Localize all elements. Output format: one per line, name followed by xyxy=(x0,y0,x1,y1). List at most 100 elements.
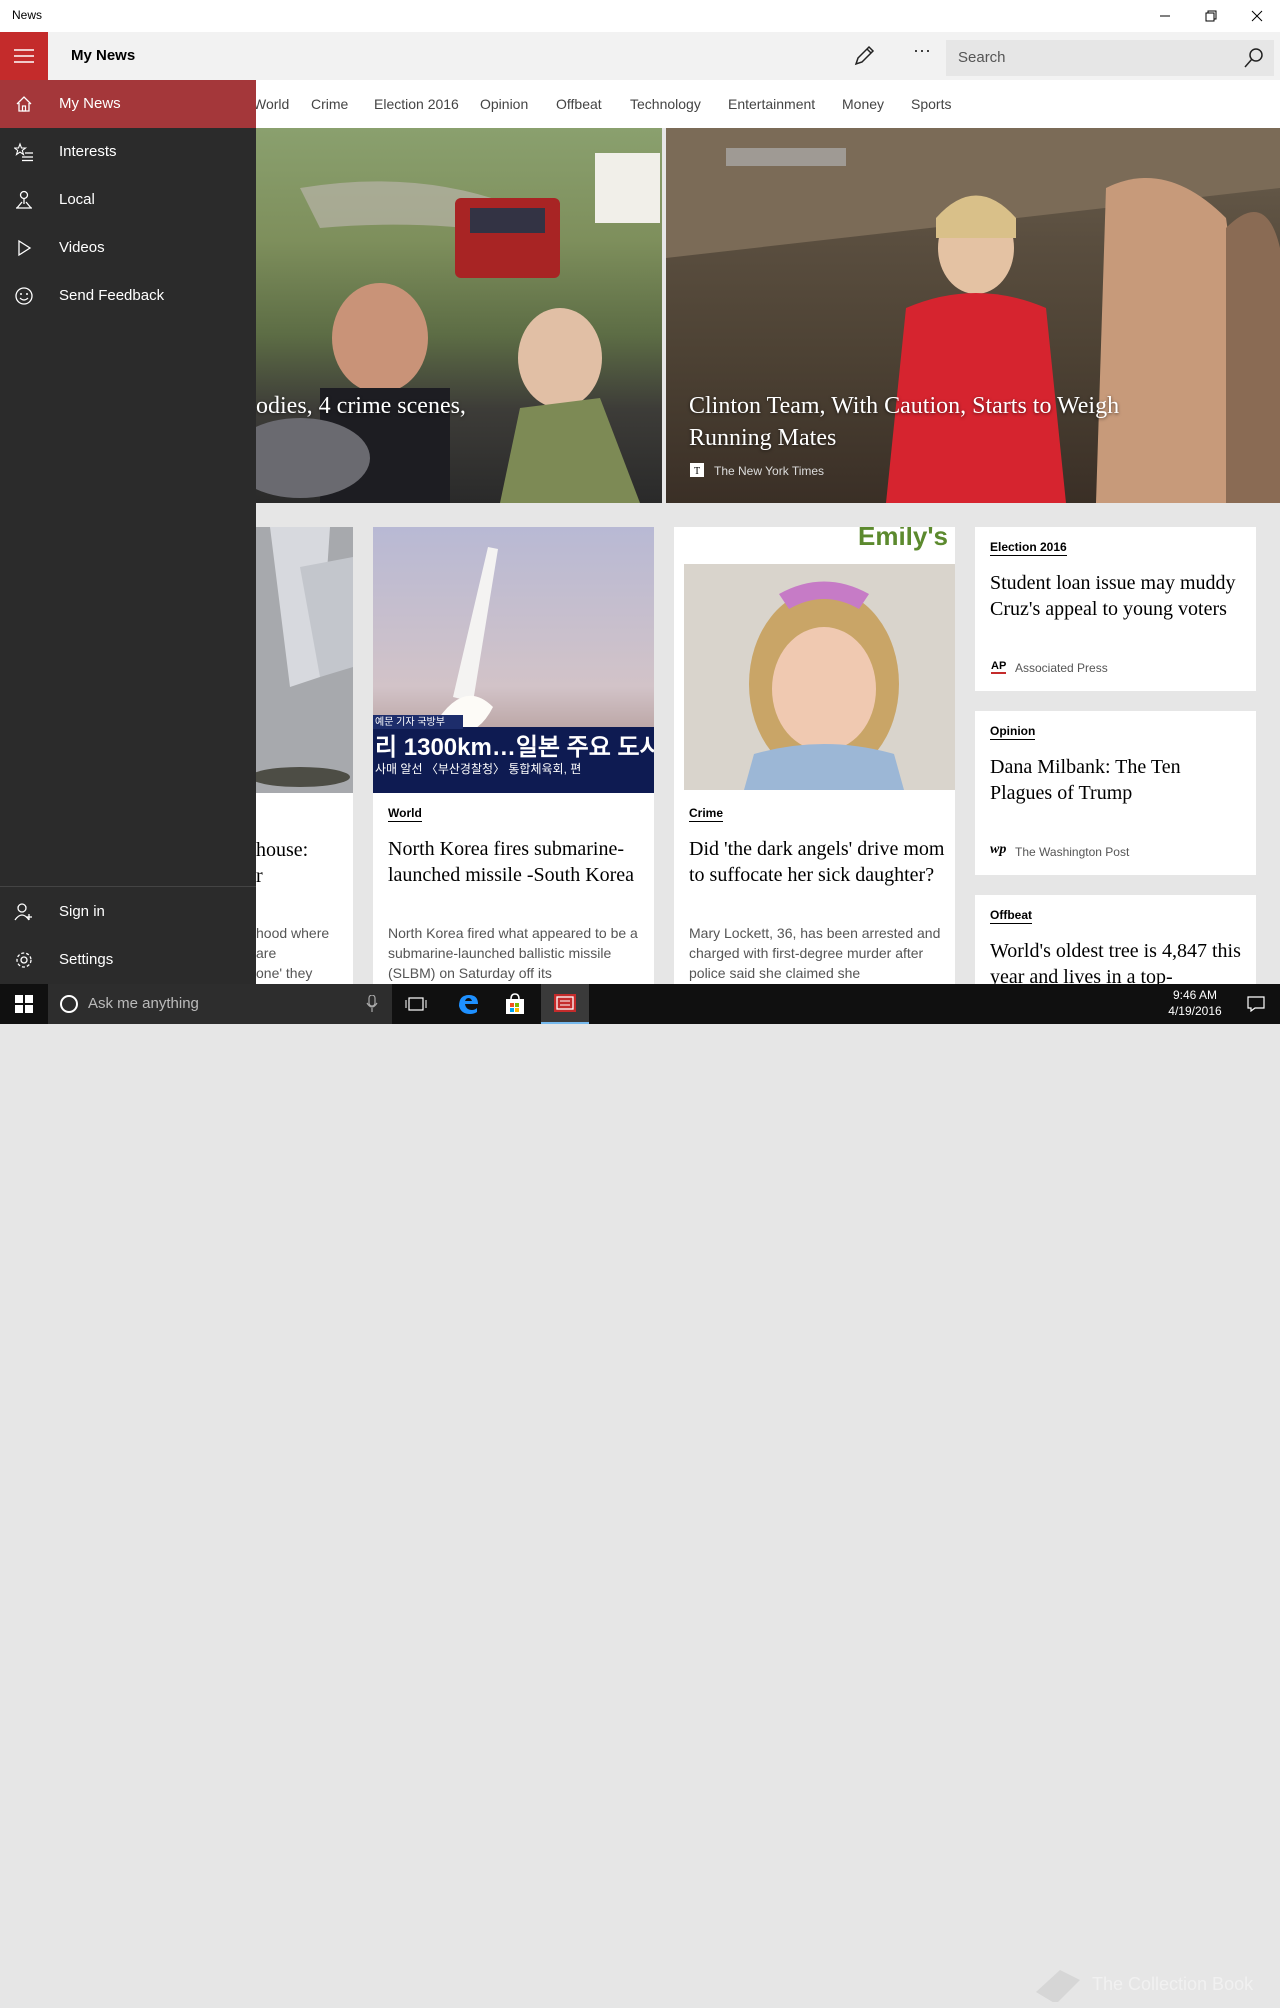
local-icon xyxy=(16,190,32,209)
hero-title: odies, 4 crime scenes, xyxy=(256,393,466,419)
cortana-search-box[interactable]: Ask me anything xyxy=(48,984,392,1024)
search-placeholder: Search xyxy=(958,49,1006,66)
story-snippet: hood where are one' they xyxy=(256,925,330,981)
nav-item-local[interactable]: Local xyxy=(0,176,256,224)
title-bar: News xyxy=(0,0,1280,32)
hero-source: The New York Times xyxy=(714,464,825,478)
tab-entertainment[interactable]: Entertainment xyxy=(728,96,815,112)
person-add-icon xyxy=(14,903,32,921)
tab-world[interactable]: World xyxy=(253,96,289,112)
ap-logo-icon: AP xyxy=(991,660,1007,674)
nav-item-label: Sign in xyxy=(59,903,105,920)
nav-item-label: My News xyxy=(59,95,121,112)
nav-pane: My News Interests Local Videos Send Feed… xyxy=(0,80,256,984)
caption-small: 예문 기자 국방부 xyxy=(375,716,445,728)
story-category[interactable]: World xyxy=(388,806,422,822)
gear-icon xyxy=(16,952,32,968)
action-center-button[interactable] xyxy=(1232,984,1280,1024)
story-title: house: r xyxy=(256,839,309,887)
svg-text:T: T xyxy=(694,466,700,477)
story-snippet: North Korea fired what appeared to be a … xyxy=(388,925,638,981)
watermark: The Collection Book xyxy=(1030,1968,1270,2008)
nav-divider xyxy=(0,886,256,887)
page-title: My News xyxy=(71,47,136,64)
edge-button[interactable] xyxy=(444,984,492,1024)
clock-time[interactable]: 9:46 AM xyxy=(1155,988,1235,1002)
caption-line: 사매 알선 〈부산경찰청〉 통합체육회, 편 xyxy=(375,762,581,776)
news-app-icon xyxy=(554,994,576,1012)
task-view-button[interactable] xyxy=(392,984,440,1024)
search-input[interactable]: Search xyxy=(946,40,1274,76)
tab-sports[interactable]: Sports xyxy=(911,96,951,112)
story-source: The Washington Post xyxy=(1015,845,1130,859)
story-title: World's oldest tree is 4,847 this year a… xyxy=(990,940,1241,984)
story-card-angels[interactable]: Emily's Crime Did 'the dark angels' driv… xyxy=(674,527,955,984)
minimize-button[interactable] xyxy=(1142,0,1188,32)
tab-election-2016[interactable]: Election 2016 xyxy=(374,96,459,112)
notifications-icon xyxy=(1247,996,1265,1012)
edit-button[interactable] xyxy=(850,42,878,70)
nav-item-sign-in[interactable]: Sign in xyxy=(0,888,256,936)
hero-title: Clinton Team, With Caution, Starts to We… xyxy=(689,393,1120,451)
story-title: Did 'the dark angels' drive mom to suffo… xyxy=(689,838,945,886)
task-view-icon xyxy=(405,997,427,1011)
story-title: Dana Milbank: The Ten Plagues of Trump xyxy=(990,756,1181,804)
tab-money[interactable]: Money xyxy=(842,96,884,112)
cortana-icon xyxy=(60,995,78,1013)
app-header: My News ··· Search xyxy=(0,32,1280,80)
tab-technology[interactable]: Technology xyxy=(630,96,701,112)
tab-offbeat[interactable]: Offbeat xyxy=(556,96,602,112)
story-card-tree[interactable]: Offbeat World's oldest tree is 4,847 thi… xyxy=(975,895,1256,984)
minimize-icon xyxy=(1160,15,1170,17)
close-button[interactable] xyxy=(1234,0,1280,32)
store-button[interactable] xyxy=(491,984,539,1024)
tab-opinion[interactable]: Opinion xyxy=(480,96,528,112)
book-icon xyxy=(1036,1970,1080,2002)
story-card-korea[interactable]: 예문 기자 국방부 리 1300km…일본 주요 도시다 사매 알선 〈부산경찰… xyxy=(373,527,654,984)
start-button[interactable] xyxy=(0,984,48,1024)
nav-item-settings[interactable]: Settings xyxy=(0,936,256,984)
smiley-icon xyxy=(15,287,33,305)
nyt-logo-icon: T xyxy=(690,463,704,477)
restore-icon xyxy=(1205,10,1217,22)
nav-item-my-news[interactable]: My News xyxy=(0,80,256,128)
close-icon xyxy=(1251,10,1263,22)
story-card-cruz[interactable]: Election 2016 Student loan issue may mud… xyxy=(975,527,1256,691)
story-title: Student loan issue may muddy Cruz's appe… xyxy=(990,572,1236,620)
nav-item-label: Videos xyxy=(59,239,105,256)
tab-crime[interactable]: Crime xyxy=(311,96,348,112)
search-icon[interactable] xyxy=(1242,46,1266,70)
nav-item-label: Local xyxy=(59,191,95,208)
nav-item-send-feedback[interactable]: Send Feedback xyxy=(0,272,256,320)
nav-item-videos[interactable]: Videos xyxy=(0,224,256,272)
story-snippet: Mary Lockett, 36, has been arrested and … xyxy=(689,925,941,981)
story-category[interactable]: Offbeat xyxy=(990,908,1032,924)
home-icon xyxy=(16,96,32,112)
play-icon xyxy=(18,239,32,257)
star-list-icon xyxy=(14,142,33,162)
restore-button[interactable] xyxy=(1188,0,1234,32)
story-photo: 예문 기자 국방부 리 1300km…일본 주요 도시다 사매 알선 〈부산경찰… xyxy=(373,527,654,793)
story-title: North Korea fires submarine-launched mis… xyxy=(388,838,635,886)
window-title: News xyxy=(12,8,43,22)
news-app-button[interactable] xyxy=(541,984,589,1024)
edge-icon xyxy=(459,995,478,1014)
story-category[interactable]: Opinion xyxy=(990,724,1036,740)
hero-story-clinton[interactable]: Clinton Team, With Caution, Starts to We… xyxy=(666,128,1280,503)
clock-date[interactable]: 4/19/2016 xyxy=(1155,1004,1235,1018)
more-button[interactable]: ··· xyxy=(906,40,938,68)
story-category[interactable]: Crime xyxy=(689,806,724,822)
nav-item-label: Interests xyxy=(59,143,117,160)
story-category[interactable]: Election 2016 xyxy=(990,540,1067,556)
story-card-milbank[interactable]: Opinion Dana Milbank: The Ten Plagues of… xyxy=(975,711,1256,875)
hamburger-button[interactable] xyxy=(0,32,48,80)
nav-item-interests[interactable]: Interests xyxy=(0,128,256,176)
cortana-placeholder: Ask me anything xyxy=(88,995,199,1012)
story-photo xyxy=(684,564,955,790)
microphone-icon[interactable] xyxy=(366,995,378,1013)
caption-big: 리 1300km…일본 주요 도시다 xyxy=(375,734,654,761)
banner-text: Emily's xyxy=(858,527,949,551)
taskbar: Ask me anything The Collection Book 9:46… xyxy=(0,984,1280,2002)
watermark-text: The Collection Book xyxy=(1092,1974,1254,1994)
windows-logo-icon xyxy=(15,995,33,1013)
